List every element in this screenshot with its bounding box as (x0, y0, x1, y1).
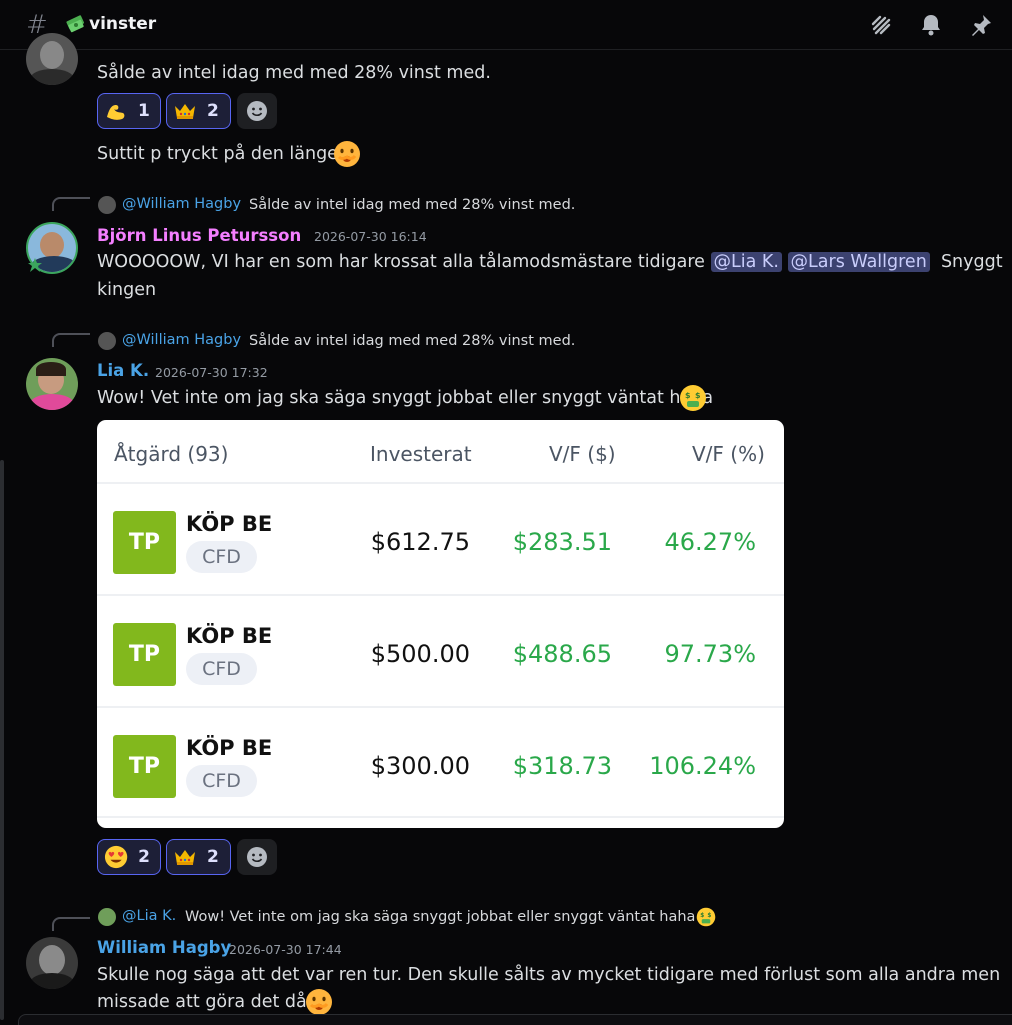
message-text: WOOOOOW, VI har en som har krossat alla … (97, 248, 1003, 276)
col-header-pl-pct: V/F (%) (692, 442, 765, 466)
trade-action: KÖP BE (186, 624, 273, 648)
col-header-invested: Investerat (370, 442, 472, 466)
svg-text:$: $ (685, 391, 691, 400)
attachment-image-trades[interactable]: Åtgärd (93) Investerat V/F ($) V/F (%) T… (97, 420, 784, 828)
reply-author[interactable]: @William Hagby (122, 196, 241, 212)
message-text: Wow! Vet inte om jag ska säga snyggt job… (97, 388, 714, 408)
pl-pct-value: 46.27% (664, 528, 756, 556)
svg-text:$: $ (695, 391, 701, 400)
svg-text:$: $ (707, 913, 711, 919)
booster-star-icon (28, 258, 42, 272)
message-author[interactable]: William Hagby (97, 938, 231, 957)
mention-lia[interactable]: @Lia K. (710, 252, 782, 272)
avatar[interactable] (26, 358, 78, 410)
message-text: Sålde av intel idag med med 28% vinst me… (97, 63, 491, 83)
avatar[interactable] (26, 937, 78, 989)
reply-connector (52, 333, 90, 347)
hand-over-mouth-emoji-icon (306, 989, 332, 1015)
svg-text:$: $ (700, 913, 704, 919)
money-mouth-emoji-icon: $ $ (680, 385, 706, 411)
threads-icon[interactable] (868, 12, 894, 38)
avatar[interactable] (26, 33, 78, 85)
reaction-flex[interactable]: 1 (97, 93, 161, 129)
table-row: TP KÖP BE CFD $612.75 $283.51 46.27% (97, 482, 784, 594)
reaction-count: 2 (207, 101, 219, 121)
tp-badge: TP (113, 735, 176, 798)
crown-icon (175, 104, 195, 119)
reply-avatar[interactable] (98, 908, 116, 926)
pin-icon[interactable] (968, 12, 994, 38)
table-row: TP KÖP BE CFD $300.00 $318.73 106.24% (97, 706, 784, 818)
col-header-pl-usd: V/F ($) (549, 442, 616, 466)
invested-value: $300.00 (370, 752, 470, 780)
reaction-heart-eyes[interactable]: 2 (97, 839, 161, 875)
flexed-biceps-icon (107, 105, 125, 120)
pl-usd-value: $283.51 (512, 528, 612, 556)
smile-icon (247, 101, 267, 121)
reply-connector (52, 197, 90, 211)
message-timestamp: 2026-07-30 17:44 (229, 942, 342, 957)
crown-icon (175, 850, 195, 865)
reaction-crown[interactable]: 2 (166, 839, 231, 875)
bell-icon[interactable] (918, 12, 944, 38)
message-timestamp: 2026-07-30 17:32 (155, 365, 268, 380)
channel-header: # vinster (0, 0, 1012, 50)
money-mouth-emoji-icon: $ $ (696, 907, 716, 927)
money-with-wings-icon (66, 15, 85, 33)
message-author[interactable]: Björn Linus Petursson (97, 226, 301, 245)
hand-over-mouth-emoji-icon (334, 141, 360, 167)
reaction-count: 2 (138, 847, 150, 867)
tp-badge: TP (113, 623, 176, 686)
reply-connector (52, 917, 90, 931)
trade-action: KÖP BE (186, 736, 273, 760)
trade-action: KÖP BE (186, 512, 273, 536)
pl-usd-value: $318.73 (512, 752, 612, 780)
message-text: Skulle nog säga att det var ren tur. Den… (97, 965, 1001, 985)
add-reaction-button[interactable] (237, 93, 277, 129)
message-timestamp: 2026-07-30 16:14 (314, 229, 427, 244)
invested-value: $500.00 (370, 640, 470, 668)
reply-avatar[interactable] (98, 196, 116, 214)
smile-icon (247, 847, 267, 867)
message-text: Suttit p tryckt på den länge (97, 144, 338, 164)
reaction-count: 2 (207, 847, 219, 867)
mention-lars[interactable]: @Lars Wallgren (787, 252, 930, 272)
message-text: kingen (97, 280, 157, 300)
message-text: missade att göra det då. (97, 992, 313, 1012)
invested-value: $612.75 (370, 528, 470, 556)
reaction-crown[interactable]: 2 (166, 93, 231, 129)
heart-eyes-icon (104, 845, 128, 869)
trade-type-pill: CFD (186, 541, 257, 573)
table-row: TP KÖP BE CFD $500.00 $488.65 97.73% (97, 594, 784, 706)
reply-author[interactable]: @Lia K. (122, 908, 176, 924)
message-text-part: WOOOOOW, VI har en som har krossat alla … (97, 252, 705, 272)
scrollbar[interactable] (0, 460, 4, 1020)
message-author[interactable]: Lia K. (97, 361, 149, 380)
pl-pct-value: 97.73% (664, 640, 756, 668)
channel-name: vinster (89, 14, 157, 34)
reply-avatar[interactable] (98, 332, 116, 350)
reply-preview[interactable]: Sålde av intel idag med med 28% vinst me… (249, 333, 575, 349)
reaction-count: 1 (138, 101, 150, 121)
pl-usd-value: $488.65 (512, 640, 612, 668)
col-header-action: Åtgärd (93) (114, 442, 229, 466)
trade-type-pill: CFD (186, 765, 257, 797)
reply-author[interactable]: @William Hagby (122, 332, 241, 348)
pl-pct-value: 106.24% (649, 752, 756, 780)
message-input-edge[interactable] (18, 1014, 1012, 1025)
reply-preview[interactable]: Wow! Vet inte om jag ska säga snyggt job… (185, 909, 695, 925)
tp-badge: TP (113, 511, 176, 574)
message-text-part: Snyggt (940, 252, 1003, 272)
add-reaction-button[interactable] (237, 839, 277, 875)
reply-preview[interactable]: Sålde av intel idag med med 28% vinst me… (249, 197, 575, 213)
trade-type-pill: CFD (186, 653, 257, 685)
